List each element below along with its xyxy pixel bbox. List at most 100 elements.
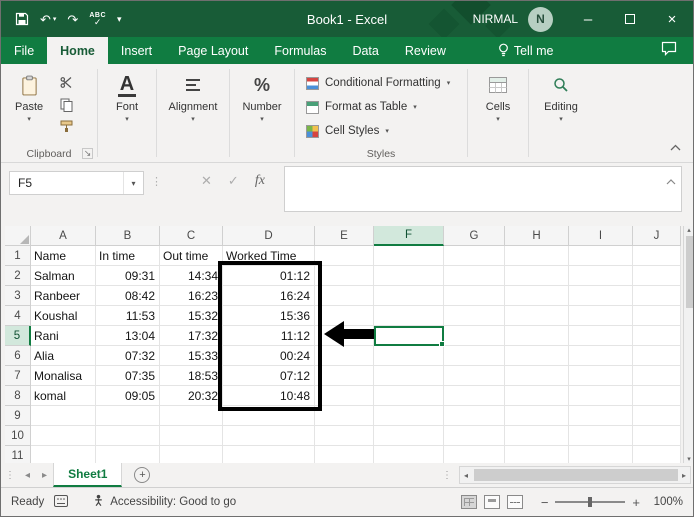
cell-G9[interactable]	[444, 406, 505, 426]
cell-F6[interactable]	[374, 346, 444, 366]
col-header-B[interactable]: B	[96, 226, 160, 246]
alignment-group-button[interactable]: Alignment ▾	[164, 69, 222, 126]
vertical-scrollbar[interactable]: ▴ ▾	[683, 226, 694, 463]
row-header-5[interactable]: 5	[5, 326, 31, 346]
normal-view-icon[interactable]	[461, 495, 477, 509]
cell-C10[interactable]	[160, 426, 223, 446]
page-break-view-icon[interactable]	[507, 495, 523, 509]
row-header-2[interactable]: 2	[5, 266, 31, 286]
cell-E9[interactable]	[315, 406, 374, 426]
cell-F4[interactable]	[374, 306, 444, 326]
row-header-9[interactable]: 9	[5, 406, 31, 426]
accessibility-status[interactable]: Accessibility: Good to go	[110, 496, 236, 508]
cell-F10[interactable]	[374, 426, 444, 446]
fill-handle[interactable]	[439, 341, 445, 347]
cell-F1[interactable]	[374, 246, 444, 266]
col-header-E[interactable]: E	[315, 226, 374, 246]
cell-B1[interactable]: In time	[96, 246, 160, 266]
comment-icon[interactable]	[661, 41, 677, 61]
minimize-button[interactable]: –	[567, 1, 609, 37]
customize-quick-access-icon[interactable]: ▾	[117, 15, 122, 24]
cell-C5[interactable]: 17:32	[160, 326, 223, 346]
ribbon-tab-tell-me[interactable]: Tell me	[485, 37, 567, 64]
add-sheet-button[interactable]: +	[134, 467, 150, 483]
cell-J6[interactable]	[633, 346, 681, 366]
horizontal-scrollbar[interactable]: ◂ ▸	[459, 466, 691, 484]
cell-E7[interactable]	[315, 366, 374, 386]
name-box[interactable]: F5 ▾	[9, 171, 144, 195]
hscroll-grip-icon[interactable]: ⋮	[438, 470, 456, 481]
maximize-button[interactable]	[609, 1, 651, 37]
cell-E3[interactable]	[315, 286, 374, 306]
cell-G7[interactable]	[444, 366, 505, 386]
col-header-A[interactable]: A	[31, 226, 96, 246]
cell-G2[interactable]	[444, 266, 505, 286]
copy-icon[interactable]	[57, 97, 75, 112]
scroll-down-icon[interactable]: ▾	[687, 455, 691, 463]
scroll-left-icon[interactable]: ◂	[460, 471, 472, 480]
cell-A11[interactable]	[31, 446, 96, 463]
cell-I6[interactable]	[569, 346, 633, 366]
ribbon-tab-review[interactable]: Review	[392, 37, 459, 64]
col-header-G[interactable]: G	[444, 226, 505, 246]
cell-A2[interactable]: Salman	[31, 266, 96, 286]
cell-C3[interactable]: 16:23	[160, 286, 223, 306]
cell-J9[interactable]	[633, 406, 681, 426]
zoom-level[interactable]: 100%	[647, 496, 683, 508]
ribbon-button-conditional-formatting[interactable]: Conditional Formatting▾	[302, 72, 460, 94]
cell-H4[interactable]	[505, 306, 569, 326]
cell-B3[interactable]: 08:42	[96, 286, 160, 306]
number-group-button[interactable]: % Number ▾	[237, 69, 287, 126]
cell-D11[interactable]	[223, 446, 315, 463]
cell-G6[interactable]	[444, 346, 505, 366]
insert-function-icon[interactable]: fx	[255, 173, 265, 189]
cell-J11[interactable]	[633, 446, 681, 463]
cell-C11[interactable]	[160, 446, 223, 463]
cell-F7[interactable]	[374, 366, 444, 386]
ribbon-button-cell-styles[interactable]: Cell Styles▾	[302, 120, 460, 142]
cell-H1[interactable]	[505, 246, 569, 266]
cell-C8[interactable]: 20:32	[160, 386, 223, 406]
cell-D10[interactable]	[223, 426, 315, 446]
scroll-up-icon[interactable]: ▴	[687, 226, 691, 234]
sheet-nav-right-icon[interactable]: ▸	[36, 463, 53, 487]
cell-A3[interactable]: Ranbeer	[31, 286, 96, 306]
cell-C2[interactable]: 14:34	[160, 266, 223, 286]
cell-G3[interactable]	[444, 286, 505, 306]
cell-H6[interactable]	[505, 346, 569, 366]
row-header-4[interactable]: 4	[5, 306, 31, 326]
cell-H10[interactable]	[505, 426, 569, 446]
cell-H2[interactable]	[505, 266, 569, 286]
cell-H7[interactable]	[505, 366, 569, 386]
cell-E11[interactable]	[315, 446, 374, 463]
cell-A4[interactable]: Koushal	[31, 306, 96, 326]
cell-B9[interactable]	[96, 406, 160, 426]
spellcheck-icon[interactable]: ABC ✓	[89, 12, 106, 27]
cells-group-button[interactable]: Cells ▾	[475, 69, 521, 126]
cell-F9[interactable]	[374, 406, 444, 426]
page-layout-view-icon[interactable]	[484, 495, 500, 509]
vertical-scroll-thumb[interactable]	[686, 236, 693, 308]
save-icon[interactable]	[15, 12, 29, 26]
cell-E1[interactable]	[315, 246, 374, 266]
zoom-slider-thumb[interactable]	[588, 497, 592, 507]
cell-J7[interactable]	[633, 366, 681, 386]
cell-C7[interactable]: 18:53	[160, 366, 223, 386]
cell-G1[interactable]	[444, 246, 505, 266]
cell-I8[interactable]	[569, 386, 633, 406]
cell-F8[interactable]	[374, 386, 444, 406]
cell-A6[interactable]: Alia	[31, 346, 96, 366]
editing-group-button[interactable]: Editing ▾	[536, 69, 586, 126]
ribbon-button-format-as-table[interactable]: Format as Table▾	[302, 96, 460, 118]
cell-I7[interactable]	[569, 366, 633, 386]
cell-B2[interactable]: 09:31	[96, 266, 160, 286]
cell-I5[interactable]	[569, 326, 633, 346]
horizontal-scroll-thumb[interactable]	[474, 469, 678, 481]
col-header-H[interactable]: H	[505, 226, 569, 246]
row-header-11[interactable]: 11	[5, 446, 31, 463]
sheet-nav-left-icon[interactable]: ◂	[19, 463, 36, 487]
zoom-out-icon[interactable]: −	[541, 496, 549, 509]
formula-bar-expand-chevron-icon[interactable]	[666, 172, 676, 190]
row-header-3[interactable]: 3	[5, 286, 31, 306]
cell-H3[interactable]	[505, 286, 569, 306]
